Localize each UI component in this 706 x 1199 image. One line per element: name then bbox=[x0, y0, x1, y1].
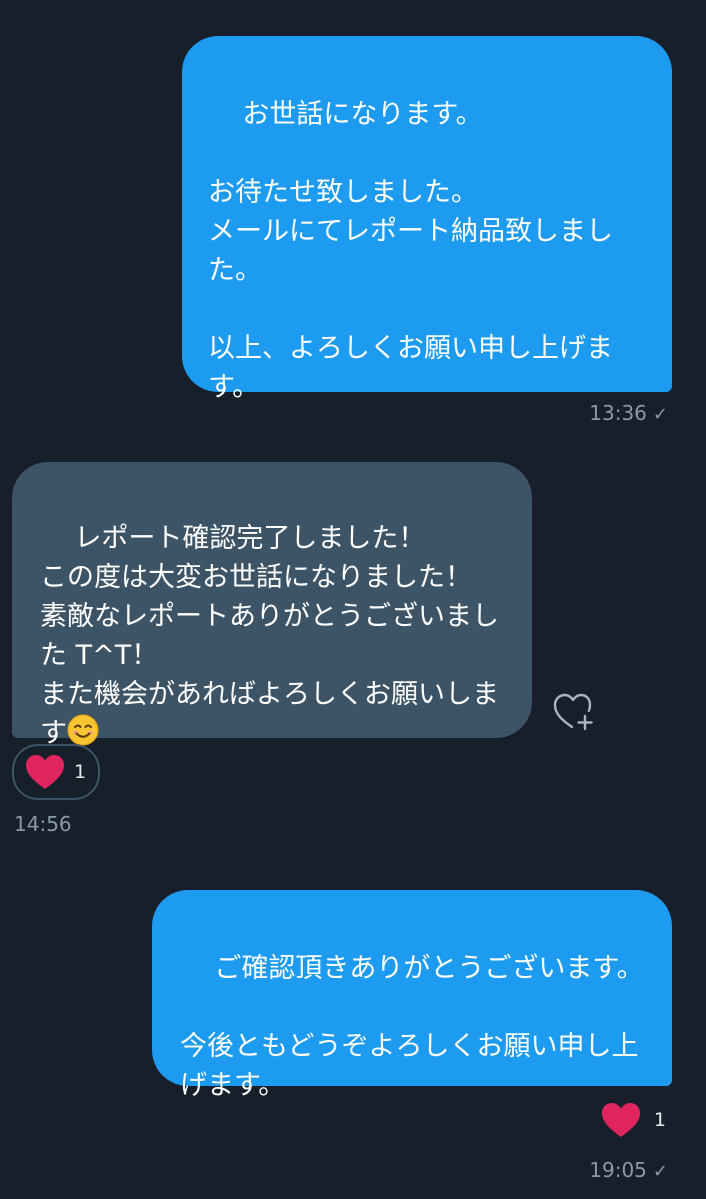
checkmark-icon: ✓ bbox=[652, 1161, 668, 1182]
message-timestamp: 14:56 bbox=[14, 812, 72, 836]
checkmark-icon: ✓ bbox=[652, 404, 668, 425]
timestamp-text: 14:56 bbox=[14, 812, 72, 836]
heart-icon bbox=[600, 1101, 642, 1139]
reaction-count: 1 bbox=[74, 761, 87, 783]
reaction-pill[interactable]: 1 bbox=[12, 744, 100, 800]
dm-conversation: お世話になります。 お待たせ致しました。 メールにてレポート納品致しました。 以… bbox=[0, 0, 706, 1199]
message-text: お世話になります。 お待たせ致しました。 メールにてレポート納品致しました。 以… bbox=[208, 99, 613, 403]
heart-plus-icon bbox=[553, 693, 593, 731]
message-bubble-received[interactable]: レポート確認完了しました！ この度は大変お世話になりました！ 素敵なレポートあり… bbox=[12, 462, 532, 749]
message-timestamp: 19:05 ✓ bbox=[589, 1158, 668, 1184]
message-text: ご確認頂きありがとうございます。 今後ともどうぞよろしくお願い申し上げます。 bbox=[180, 953, 644, 1101]
message-bubble-sent[interactable]: ご確認頂きありがとうございます。 今後ともどうぞよろしくお願い申し上げます。 bbox=[152, 890, 672, 1101]
reaction-count: 1 bbox=[653, 1109, 666, 1131]
heart-icon bbox=[24, 753, 66, 791]
message-text: レポート確認完了しました！ この度は大変お世話になりました！ 素敵なレポートあり… bbox=[40, 523, 499, 749]
message-timestamp: 13:36 ✓ bbox=[589, 401, 668, 427]
reaction-pill[interactable]: 1 bbox=[600, 1101, 666, 1139]
add-reaction-button[interactable] bbox=[552, 691, 598, 733]
timestamp-text: 19:05 bbox=[589, 1158, 647, 1182]
timestamp-text: 13:36 bbox=[589, 401, 647, 425]
message-bubble-sent[interactable]: お世話になります。 お待たせ致しました。 メールにてレポート納品致しました。 以… bbox=[182, 36, 672, 403]
